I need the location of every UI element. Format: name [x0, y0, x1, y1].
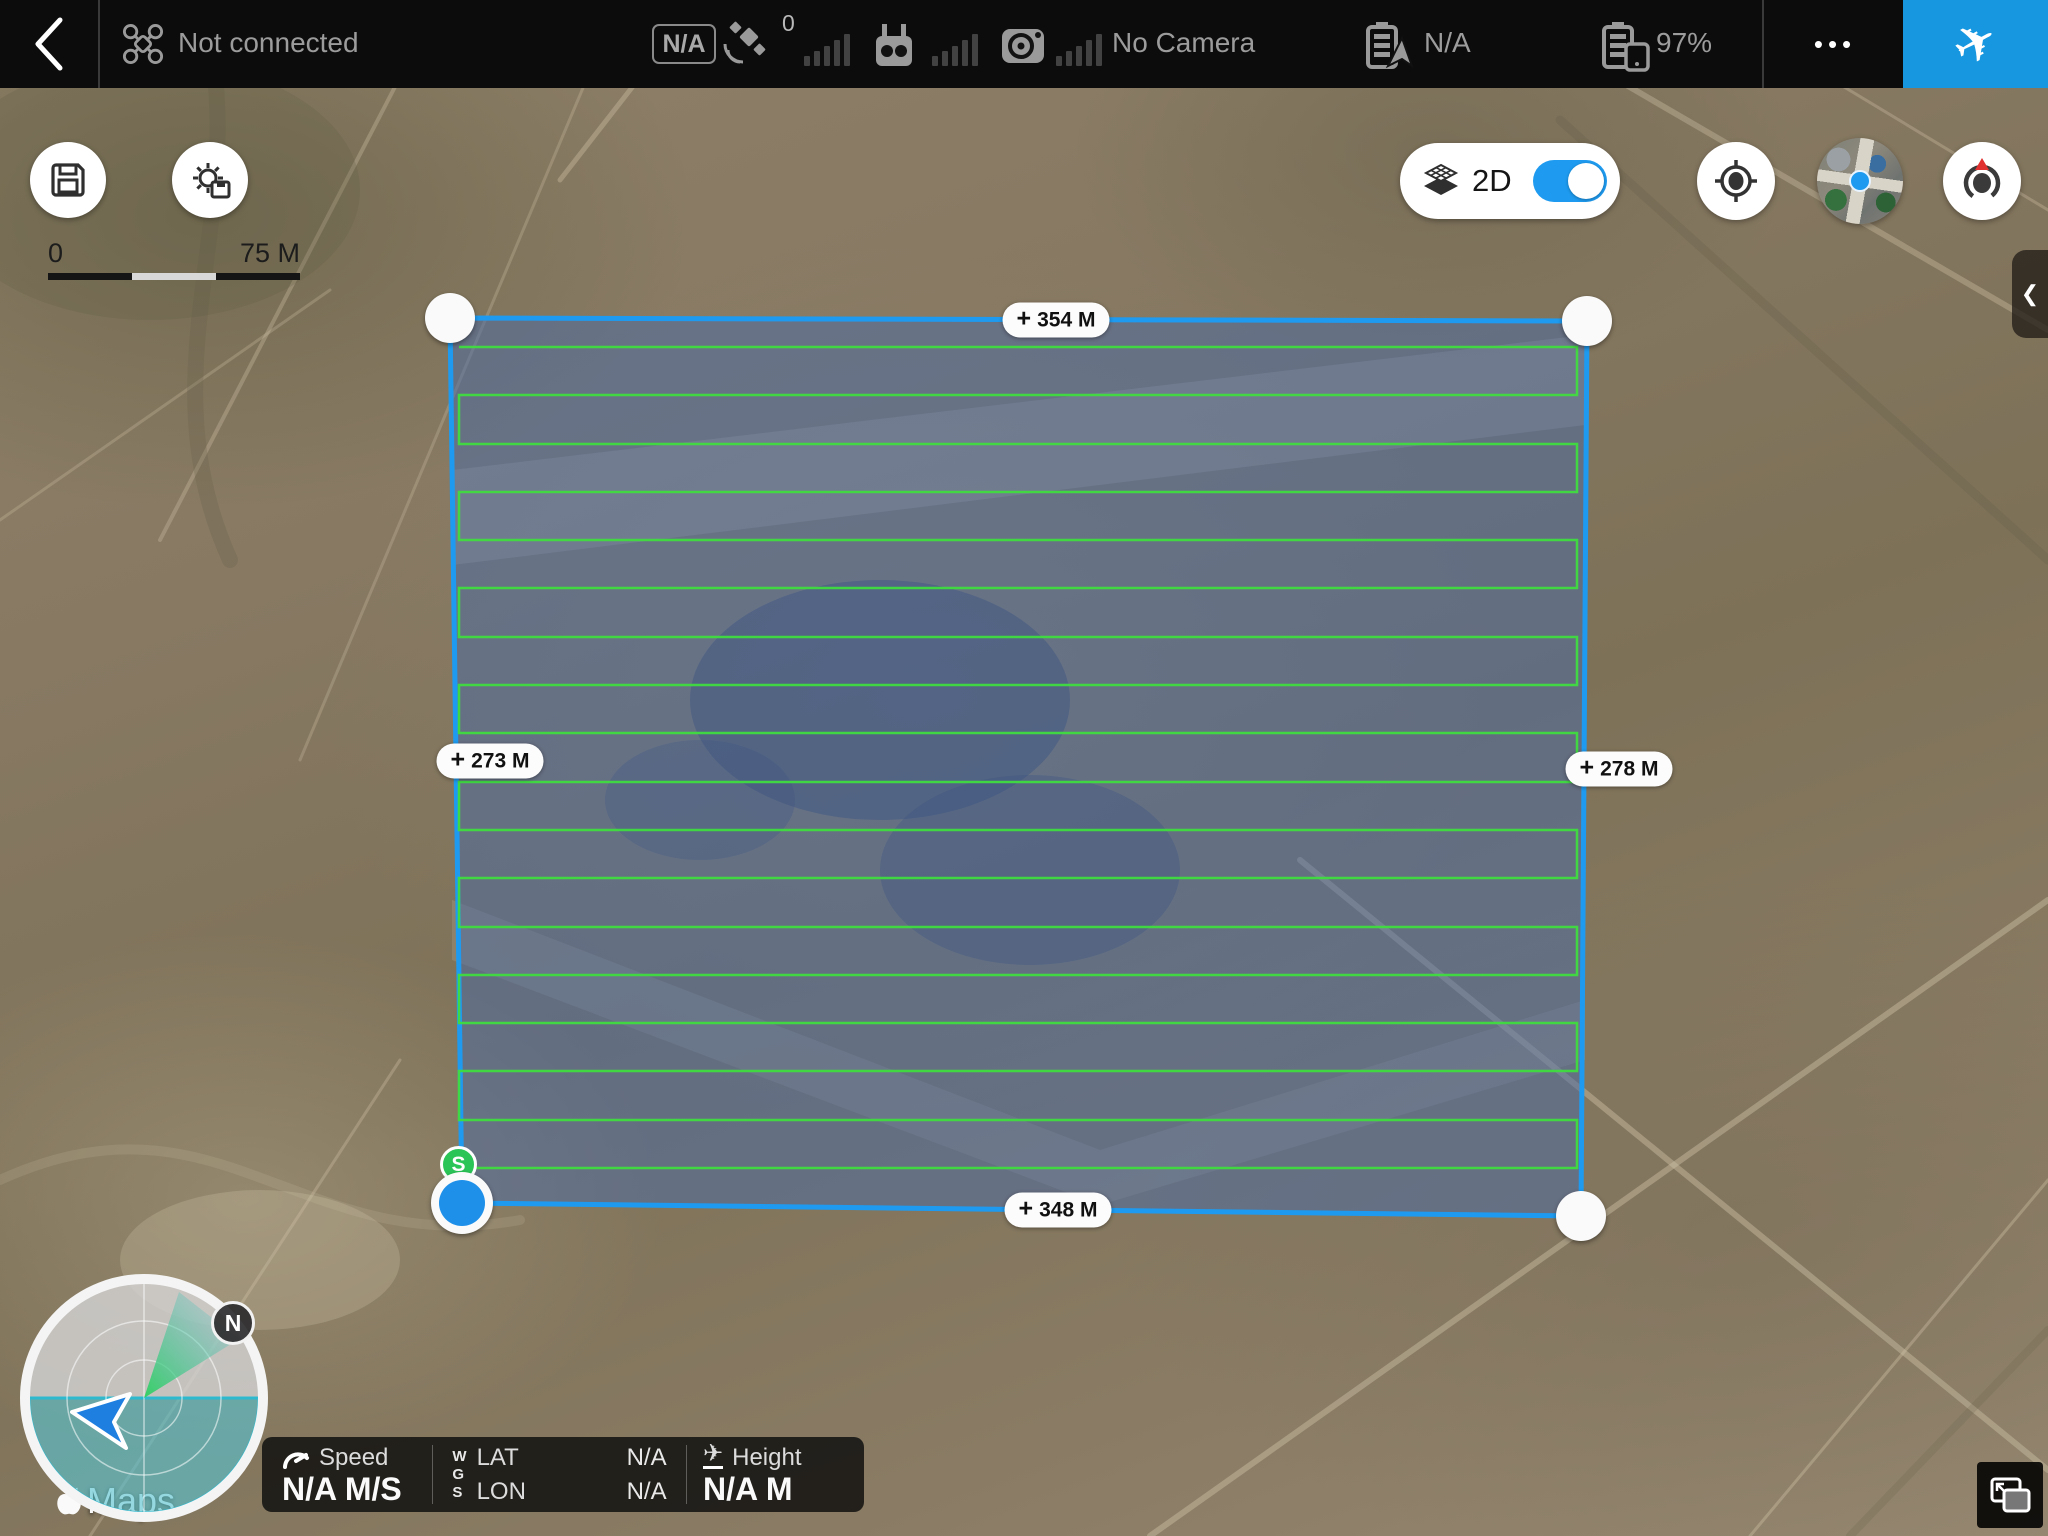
status-bar: Not connected N/A 0 No Camera — [0, 0, 2048, 88]
plus-icon: + — [1017, 305, 1032, 334]
rc-battery-icon — [1598, 18, 1652, 72]
height-value: N/A M — [703, 1472, 848, 1506]
remote-controller-icon — [872, 22, 916, 68]
minimap-thumbnail-button[interactable] — [1817, 138, 1903, 224]
speed-value: N/A M/S — [282, 1472, 416, 1506]
north-label: N — [225, 1310, 242, 1337]
more-menu-button[interactable]: ••• — [1790, 0, 1880, 88]
corner-handle-bottom-right[interactable] — [1556, 1191, 1606, 1241]
datum-letter: W — [452, 1448, 466, 1466]
locate-crosshair-icon — [1713, 158, 1759, 204]
height-takeoff-icon: ✈ — [703, 1442, 723, 1469]
divider — [1762, 0, 1764, 88]
compass-reset-button[interactable] — [1943, 142, 2021, 220]
minimap-location-dot — [1849, 170, 1871, 192]
survey-area-overlay[interactable] — [0, 0, 2048, 1536]
scale-end-label: 75 M — [240, 238, 300, 269]
save-icon — [48, 160, 88, 200]
edge-length-label-top: + 354 M — [1003, 303, 1110, 338]
flight-mode-badge: N/A — [652, 24, 716, 64]
flight-mode-value: N/A — [662, 30, 705, 59]
map-scale: 0 75 M — [48, 238, 300, 280]
takeoff-plane-icon: ✈ — [1942, 7, 2009, 80]
connection-status: Not connected — [178, 27, 359, 59]
ellipsis-icon: ••• — [1814, 29, 1856, 60]
gps-signal-bars — [804, 32, 850, 66]
edge-length-label-left: + 273 M — [437, 744, 544, 779]
edge-length-value: 348 M — [1039, 1198, 1097, 1222]
corner-handle-top-right[interactable] — [1562, 296, 1612, 346]
scale-start-label: 0 — [48, 238, 63, 269]
datum-wgs-label: W G S — [452, 1448, 466, 1502]
height-label: Height — [732, 1444, 801, 1472]
camera-signal-bars — [1056, 32, 1102, 66]
scale-bar — [48, 273, 300, 280]
aircraft-battery-icon — [1362, 18, 1416, 72]
plus-icon: + — [1580, 754, 1595, 783]
picture-in-picture-icon — [1989, 1476, 2031, 1514]
toggle-knob — [1568, 163, 1604, 199]
save-mission-button[interactable] — [30, 142, 106, 218]
divider — [98, 0, 100, 88]
plus-icon: + — [1019, 1195, 1034, 1224]
edge-length-value: 278 M — [1600, 757, 1658, 781]
layers-icon — [1420, 161, 1462, 201]
mission-settings-button[interactable] — [172, 142, 248, 218]
gps-satellite-icon — [722, 20, 770, 68]
takeoff-button[interactable]: ✈ — [1903, 0, 2048, 88]
edge-length-label-right: + 278 M — [1566, 752, 1673, 787]
map-mode-toggle[interactable] — [1533, 160, 1607, 202]
camera-icon — [1000, 25, 1048, 65]
edge-length-value: 354 M — [1037, 308, 1095, 332]
lat-value: N/A — [547, 1444, 667, 1472]
back-chevron-icon — [32, 16, 66, 72]
lon-label: LON — [477, 1478, 547, 1506]
rc-signal-bars — [932, 32, 978, 66]
telemetry-bar: Speed N/A M/S W G S LAT N/A LON N/A ✈ He… — [262, 1437, 864, 1512]
compass-needle-icon — [1957, 156, 2007, 206]
map-mode-label: 2D — [1472, 163, 1512, 199]
satellite-count: 0 — [782, 10, 795, 37]
datum-letter: G — [452, 1466, 466, 1484]
camera-status: No Camera — [1112, 27, 1255, 59]
corner-handle-top-left[interactable] — [425, 293, 475, 343]
map-mode-pill: 2D — [1400, 143, 1620, 219]
side-panel-tab[interactable]: ❮ — [2012, 250, 2048, 338]
locate-button[interactable] — [1697, 142, 1775, 220]
lat-label: LAT — [477, 1444, 547, 1472]
selected-corner-dot — [439, 1180, 485, 1226]
edge-length-label-bottom: + 348 M — [1005, 1193, 1112, 1228]
datum-letter: S — [452, 1484, 466, 1502]
back-button[interactable] — [0, 0, 98, 88]
view-switch-button[interactable] — [1977, 1462, 2043, 1528]
north-badge: N — [211, 1301, 255, 1345]
orientation-compass[interactable]: N — [20, 1274, 268, 1522]
survey-polygon — [450, 318, 1587, 1216]
edge-length-value: 273 M — [471, 749, 529, 773]
plus-icon: + — [451, 746, 466, 775]
chevron-left-icon: ❮ — [2021, 281, 2039, 307]
rc-battery-value: 97% — [1656, 27, 1712, 59]
aircraft-battery-value: N/A — [1424, 27, 1471, 59]
lon-value: N/A — [547, 1478, 667, 1506]
settings-gear-icon — [188, 158, 232, 202]
drone-icon — [122, 23, 164, 65]
speed-gauge-icon — [282, 1445, 310, 1471]
corner-handle-bottom-left[interactable] — [431, 1172, 493, 1234]
speed-label: Speed — [319, 1444, 388, 1472]
